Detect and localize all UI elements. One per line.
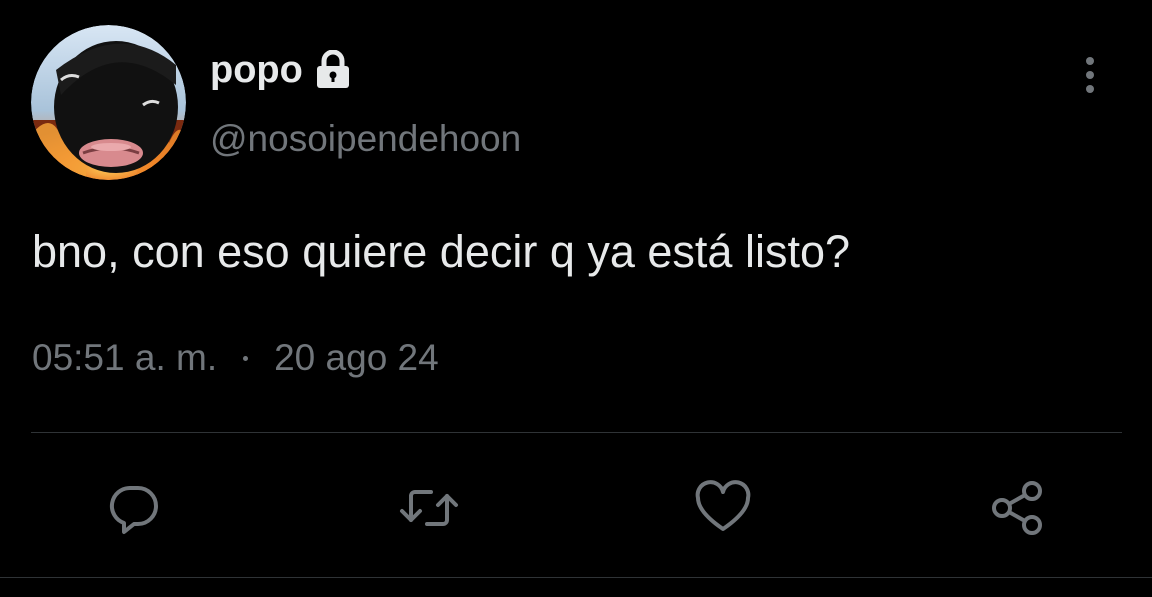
heart-icon — [695, 480, 751, 531]
avatar-image — [31, 25, 186, 180]
more-options-button[interactable] — [1070, 52, 1110, 98]
tweet-time: 05:51 a. m. — [32, 337, 218, 378]
reply-icon — [109, 485, 158, 534]
divider — [31, 432, 1122, 433]
bottom-divider — [0, 577, 1152, 578]
display-name[interactable]: popo — [210, 48, 303, 92]
share-button[interactable] — [988, 478, 1048, 538]
share-icon — [992, 481, 1042, 535]
tweet-timestamp[interactable]: 05:51 a. m. 20 ago 24 — [32, 336, 439, 380]
avatar[interactable] — [31, 25, 186, 180]
tweet-card: popo @nosoipendehoon bno, con eso quiere… — [0, 0, 1152, 597]
more-vertical-icon — [1086, 57, 1094, 93]
retweet-icon — [400, 490, 458, 526]
separator-dot — [243, 355, 249, 361]
user-handle[interactable]: @nosoipendehoon — [210, 117, 521, 161]
reply-button[interactable] — [104, 478, 164, 538]
tweet-text: bno, con eso quiere decir q ya está list… — [32, 226, 850, 277]
lock-icon — [313, 50, 353, 90]
tweet-date: 20 ago 24 — [274, 337, 439, 378]
like-button[interactable] — [693, 478, 753, 538]
user-name-row: popo — [210, 48, 353, 92]
retweet-button[interactable] — [399, 478, 459, 538]
